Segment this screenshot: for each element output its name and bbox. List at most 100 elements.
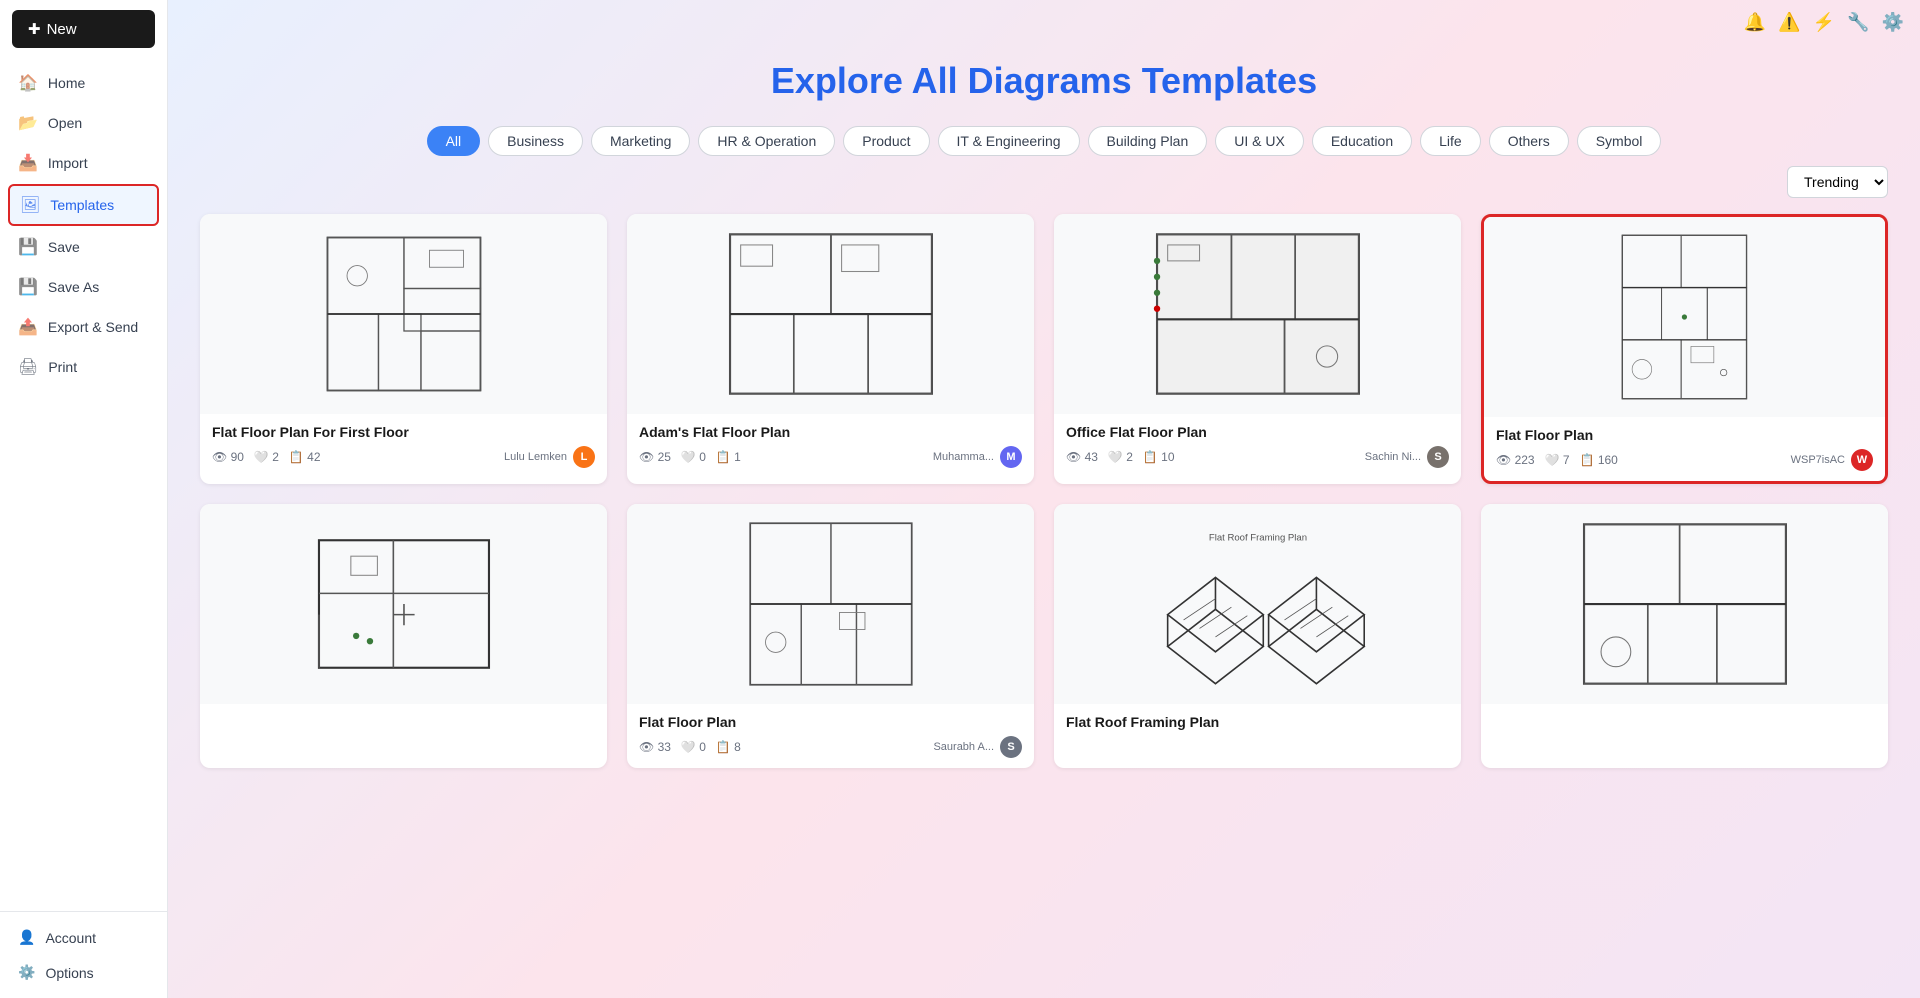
card-title-4: Flat Floor Plan xyxy=(1496,427,1873,443)
sidebar-footer-account[interactable]: 👤Account xyxy=(8,920,159,955)
card-author-3: Sachin Ni... S xyxy=(1365,446,1449,468)
sidebar-label-save: Save xyxy=(48,239,80,255)
sidebar-label-export: Export & Send xyxy=(48,319,138,335)
open-icon: 📂 xyxy=(18,113,38,133)
card-preview-5 xyxy=(200,504,607,704)
author-name: WSP7isAC xyxy=(1791,454,1845,466)
saveas-icon: 💾 xyxy=(18,277,38,297)
new-button-label: New xyxy=(47,21,77,38)
likes-stat: 🤍 2 xyxy=(1108,450,1133,464)
notification-icon[interactable]: 🔔 xyxy=(1744,12,1766,33)
card-author-6: Saurabh A... S xyxy=(933,736,1022,758)
new-button[interactable]: ✚ New xyxy=(12,10,155,48)
footer-label-options: Options xyxy=(45,965,93,981)
template-card-6[interactable]: Flat Floor Plan 👁 33 🤍 0 📋 8 Saurabh A..… xyxy=(627,504,1034,768)
card-stats-1: 👁 90 🤍 2 📋 42 xyxy=(212,450,321,464)
avatar-2: M xyxy=(1000,446,1022,468)
settings-icon[interactable]: ⚙️ xyxy=(1882,12,1904,33)
home-icon: 🏠 xyxy=(18,73,38,93)
card-author-2: Muhamma... M xyxy=(933,446,1022,468)
filter-pill-all[interactable]: All xyxy=(427,126,481,156)
filter-pill-product[interactable]: Product xyxy=(843,126,929,156)
sort-select[interactable]: TrendingNewestPopular xyxy=(1787,166,1888,198)
sidebar-footer-options[interactable]: ⚙️ Options xyxy=(8,955,159,990)
author-name: Sachin Ni... xyxy=(1365,451,1421,463)
template-card-4[interactable]: Flat Floor Plan 👁 223 🤍 7 📋 160 WSP7isAC… xyxy=(1481,214,1888,484)
author-name: Saurabh A... xyxy=(933,741,994,753)
filter-pill-others[interactable]: Others xyxy=(1489,126,1569,156)
filter-pill-building-plan[interactable]: Building Plan xyxy=(1088,126,1208,156)
sidebar-label-import: Import xyxy=(48,155,88,171)
sidebar-item-saveas[interactable]: 💾 Save As xyxy=(8,268,159,306)
main-content: 🔔 ⚠️ ⚡ 🔧 ⚙️ Explore All Diagrams Templat… xyxy=(168,0,1920,998)
card-title-1: Flat Floor Plan For First Floor xyxy=(212,424,595,440)
filter-pill-business[interactable]: Business xyxy=(488,126,583,156)
options-icon: ⚙️ xyxy=(18,964,35,981)
card-stats-4: 👁 223 🤍 7 📋 160 xyxy=(1496,453,1618,467)
filter-pill-symbol[interactable]: Symbol xyxy=(1577,126,1662,156)
filter-pill-ui---ux[interactable]: UI & UX xyxy=(1215,126,1304,156)
sidebar-label-saveas: Save As xyxy=(48,279,99,295)
sidebar-item-import[interactable]: 📥 Import xyxy=(8,144,159,182)
sidebar-item-print[interactable]: 🖨Print xyxy=(8,348,159,386)
filter-pill-marketing[interactable]: Marketing xyxy=(591,126,690,156)
card-stats-6: 👁 33 🤍 0 📋 8 xyxy=(639,740,741,754)
card-preview-3 xyxy=(1054,214,1461,414)
card-preview-4 xyxy=(1484,217,1885,417)
author-name: Muhamma... xyxy=(933,451,994,463)
author-name: Lulu Lemken xyxy=(504,451,567,463)
filter-pill-it---engineering[interactable]: IT & Engineering xyxy=(938,126,1080,156)
card-stats-2: 👁 25 🤍 0 📋 1 xyxy=(639,450,741,464)
svg-text:Flat Roof Framing Plan: Flat Roof Framing Plan xyxy=(1208,532,1306,543)
plus-icon: ✚ xyxy=(28,20,41,38)
filter-pill-hr---operation[interactable]: HR & Operation xyxy=(698,126,835,156)
sidebar-footer: 👤Account ⚙️ Options xyxy=(0,911,167,998)
sort-bar: TrendingNewestPopular xyxy=(200,166,1888,198)
tool-icon[interactable]: 🔧 xyxy=(1847,12,1869,33)
page-title: Explore All Diagrams Templates xyxy=(200,60,1888,102)
template-card-3[interactable]: Office Flat Floor Plan 👁 43 🤍 2 📋 10 Sac… xyxy=(1054,214,1461,484)
likes-stat: 🤍 7 xyxy=(1545,453,1570,467)
card-title-2: Adam's Flat Floor Plan xyxy=(639,424,1022,440)
footer-label-account: Account xyxy=(45,930,96,946)
card-preview-8 xyxy=(1481,504,1888,704)
sidebar-item-open[interactable]: 📂 Open xyxy=(8,104,159,142)
filter-pill-education[interactable]: Education xyxy=(1312,126,1412,156)
import-icon: 📥 xyxy=(18,153,38,173)
template-card-8[interactable] xyxy=(1481,504,1888,768)
views-stat: 👁 25 xyxy=(639,450,671,464)
sidebar-label-home: Home xyxy=(48,75,85,91)
template-card-5[interactable] xyxy=(200,504,607,768)
save-icon: 💾 xyxy=(18,237,38,257)
sidebar-item-save[interactable]: 💾 Save xyxy=(8,228,159,266)
card-stats-3: 👁 43 🤍 2 📋 10 xyxy=(1066,450,1175,464)
likes-stat: 🤍 0 xyxy=(681,450,706,464)
print-icon: 🖨 xyxy=(18,357,38,377)
templates-grid: Flat Floor Plan For First Floor 👁 90 🤍 2… xyxy=(200,214,1888,768)
avatar-3: S xyxy=(1427,446,1449,468)
views-stat: 👁 90 xyxy=(212,450,244,464)
card-title-7: Flat Roof Framing Plan xyxy=(1066,714,1449,730)
sidebar-item-templates[interactable]: 🖼Templates xyxy=(8,184,159,226)
filter-pill-life[interactable]: Life xyxy=(1420,126,1481,156)
card-preview-7: Flat Roof Framing Plan xyxy=(1054,504,1461,704)
grid-icon[interactable]: ⚡ xyxy=(1813,12,1835,33)
avatar-1: L xyxy=(573,446,595,468)
template-card-1[interactable]: Flat Floor Plan For First Floor 👁 90 🤍 2… xyxy=(200,214,607,484)
card-author-4: WSP7isAC W xyxy=(1791,449,1873,471)
card-preview-1 xyxy=(200,214,607,414)
sidebar-label-open: Open xyxy=(48,115,82,131)
sidebar: ✚ New 🏠 Home 📂 Open 📥 Import 🖼Templates 💾 Save 💾 S… xyxy=(0,0,168,998)
template-card-7[interactable]: Flat Roof Framing Plan Flat Roof Framing… xyxy=(1054,504,1461,768)
export-icon: 📤 xyxy=(18,317,38,337)
warning-icon[interactable]: ⚠️ xyxy=(1778,12,1800,33)
avatar-6: S xyxy=(1000,736,1022,758)
templates-icon: 🖼 xyxy=(20,195,40,215)
copies-stat: 📋 160 xyxy=(1580,453,1618,467)
sidebar-item-home[interactable]: 🏠 Home xyxy=(8,64,159,102)
card-title-6: Flat Floor Plan xyxy=(639,714,1022,730)
template-card-2[interactable]: Adam's Flat Floor Plan 👁 25 🤍 0 📋 1 Muha… xyxy=(627,214,1034,484)
views-stat: 👁 223 xyxy=(1496,453,1535,467)
card-author-1: Lulu Lemken L xyxy=(504,446,595,468)
sidebar-item-export[interactable]: 📤 Export & Send xyxy=(8,308,159,346)
